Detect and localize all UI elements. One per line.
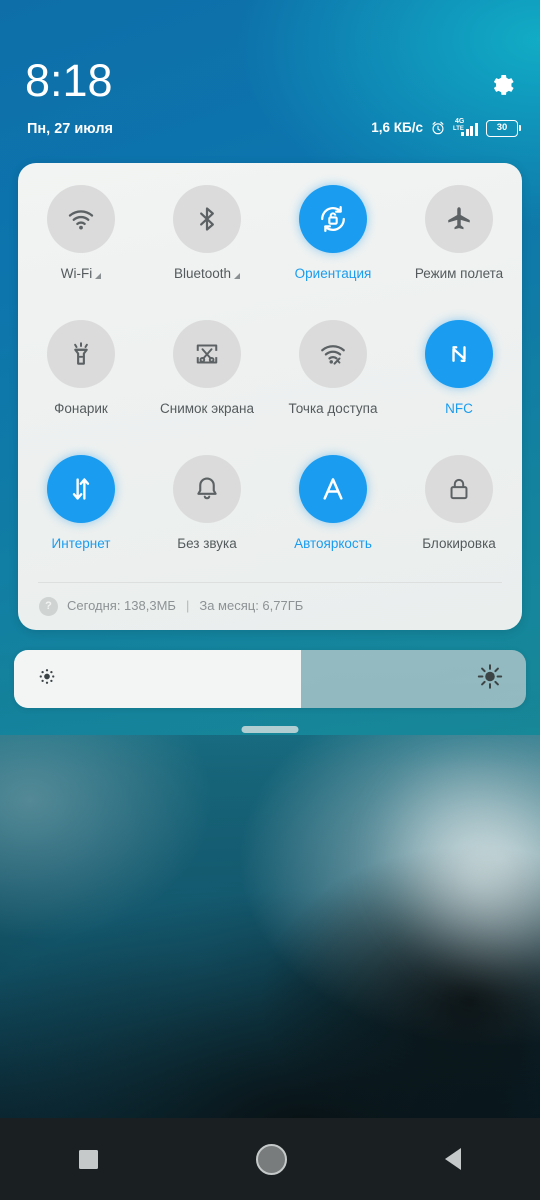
tile-label-text: Интернет [51, 536, 111, 551]
rotation-lock-icon [321, 205, 345, 233]
bell-icon [197, 477, 217, 500]
tile-lock[interactable]: Блокировка [396, 455, 522, 590]
date-label: Пн, 27 июля [27, 121, 114, 137]
status-bar-icons: 1,6 КБ/с 4G LTE 30 [371, 118, 521, 138]
tile-silent[interactable]: Без звука [144, 455, 270, 590]
tile-label-text: Фонарик [54, 401, 108, 416]
tile-icon-wrap [173, 320, 241, 388]
battery-icon: 30 [486, 119, 521, 137]
tile-label: Без звука [177, 536, 237, 552]
lock-icon [450, 478, 468, 500]
tile-label-text: Wi-Fi [60, 266, 93, 281]
clock: 8:18 [25, 55, 113, 106]
auto-brightness-a-icon [323, 478, 343, 500]
tile-label-text: Без звука [177, 536, 237, 551]
tile-icon-wrap [299, 320, 367, 388]
tile-internet[interactable]: Интернет [18, 455, 144, 590]
tile-icon-wrap [47, 320, 115, 388]
wifi-icon [68, 210, 94, 230]
tile-auto-brightness[interactable]: Автояркость [270, 455, 396, 590]
circle-home-icon[interactable] [256, 1143, 287, 1175]
data-usage-badge-icon: ? [39, 596, 58, 616]
tile-airplane-mode[interactable]: Режим полета [396, 185, 522, 320]
gear-icon [493, 75, 514, 95]
tile-label: NFC [445, 401, 473, 417]
triangle-back-icon[interactable] [445, 1148, 461, 1170]
tile-icon-wrap [173, 185, 241, 253]
quick-settings-tiles: Wi-Fi Bluetooth Ориентация Режим полета … [18, 185, 522, 590]
tile-flashlight[interactable]: Фонарик [18, 320, 144, 455]
bluetooth-icon [200, 207, 214, 231]
tile-label: Интернет [52, 536, 111, 552]
tile-orientation[interactable]: Ориентация [270, 185, 396, 320]
tile-hotspot[interactable]: Точка доступа [270, 320, 396, 455]
flashlight-icon [74, 342, 88, 365]
tile-icon-wrap [173, 455, 241, 523]
airplane-icon [448, 207, 470, 230]
nfc-icon [452, 346, 466, 362]
brightness-high-icon [476, 663, 504, 696]
tile-label-text: Bluetooth [173, 266, 232, 281]
screenshot-scissors-icon [196, 344, 218, 364]
tile-row: Wi-Fi Bluetooth Ориентация Режим полета [18, 185, 522, 320]
shade-drag-handle[interactable] [241, 726, 299, 733]
tile-label: Снимок экрана [160, 401, 254, 417]
signal-bars [461, 122, 478, 136]
brightness-slider[interactable] [14, 650, 526, 708]
tile-icon-wrap [47, 185, 115, 253]
settings-button[interactable] [486, 70, 516, 100]
tile-bluetooth[interactable]: Bluetooth [144, 185, 270, 320]
square-recents-icon[interactable] [79, 1149, 98, 1169]
cellular-signal-icon: 4G LTE [453, 118, 479, 137]
data-usage-row[interactable]: ? Сегодня: 138,3МБ | За месяц: 6,77ГБ [39, 595, 303, 617]
tile-label-text: Точка доступа [288, 401, 378, 416]
phone-screen: 8:18 Пн, 27 июля 1,6 КБ/с 4G LTE 30 Wi-F… [0, 0, 540, 1200]
tile-label: Фонарик [54, 401, 108, 417]
tile-label: Автояркость [294, 536, 372, 552]
hotspot-icon [321, 345, 345, 365]
tile-icon-wrap [425, 320, 493, 388]
status-header: 8:18 Пн, 27 июля 1,6 КБ/с 4G LTE 30 [0, 0, 540, 163]
tile-nfc[interactable]: NFC [396, 320, 522, 455]
tile-screenshot[interactable]: Снимок экрана [144, 320, 270, 455]
tile-label-text: NFC [445, 401, 473, 416]
tile-label-text: Автояркость [294, 536, 372, 551]
brightness-low-icon [36, 666, 58, 693]
data-usage-month: За месяц: 6,77ГБ [199, 598, 304, 613]
tile-icon-wrap [425, 455, 493, 523]
tile-icon-wrap [425, 185, 493, 253]
tile-label-text: Режим полета [414, 266, 504, 281]
data-arrows-icon [72, 478, 90, 500]
data-usage-today: Сегодня: 138,3МБ [67, 598, 176, 613]
tile-icon-wrap [299, 455, 367, 523]
tile-icon-wrap [47, 455, 115, 523]
tile-row: Фонарик Снимок экрана Точка доступа NFC [18, 320, 522, 455]
tile-label: Блокировка [422, 536, 496, 552]
tile-icon-wrap [299, 185, 367, 253]
data-usage-separator: | [185, 598, 190, 613]
tile-label-text: Снимок экрана [160, 401, 254, 416]
network-speed-label: 1,6 КБ/с [371, 120, 423, 135]
expand-caret-icon[interactable] [234, 273, 241, 279]
navigation-bar [0, 1118, 540, 1200]
tile-label: Bluetooth [173, 266, 241, 282]
expand-caret-icon[interactable] [95, 273, 102, 279]
tile-label-text: Блокировка [422, 536, 496, 551]
tile-row: Интернет Без звука Автояркость Блокировк… [18, 455, 522, 590]
tile-label: Wi-Fi [60, 266, 102, 282]
quick-settings-panel: Wi-Fi Bluetooth Ориентация Режим полета … [18, 163, 522, 630]
tile-label: Точка доступа [289, 401, 378, 417]
panel-divider [38, 582, 502, 583]
alarm-clock-icon [432, 121, 444, 135]
battery-level-label: 30 [496, 122, 508, 133]
tile-label: Ориентация [295, 266, 372, 282]
tile-label-text: Ориентация [294, 266, 372, 281]
tile-label: Режим полета [415, 266, 503, 282]
tile-wifi[interactable]: Wi-Fi [18, 185, 144, 320]
